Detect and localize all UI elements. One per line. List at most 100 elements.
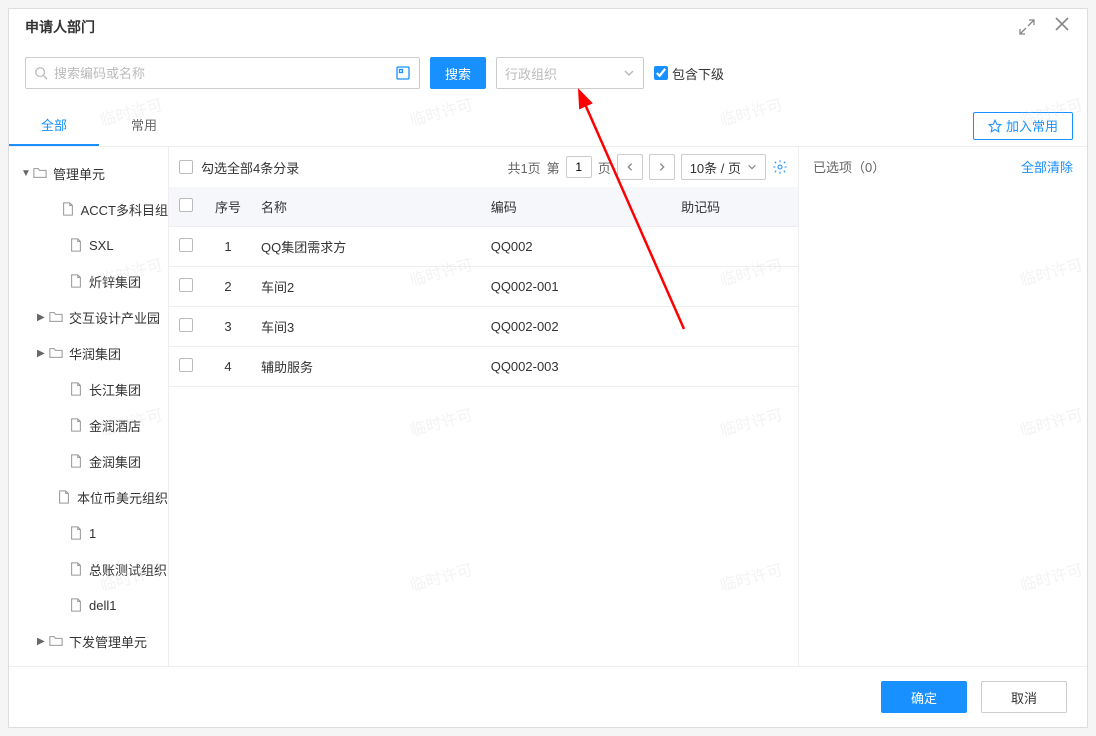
- tree-node-label: 总账测试组织: [89, 560, 167, 579]
- folder-icon: [49, 346, 63, 360]
- results-panel: 勾选全部4条分录 共1页 第 页 10条 / 页: [169, 147, 799, 666]
- prev-page-button[interactable]: [617, 154, 643, 180]
- tree-node[interactable]: SXL: [9, 227, 168, 263]
- clear-all-link[interactable]: 全部清除: [1021, 157, 1073, 176]
- caret-right-icon: ▶: [37, 348, 49, 359]
- cell-seq: 4: [203, 347, 253, 387]
- close-icon[interactable]: [1053, 15, 1071, 39]
- table-row[interactable]: 3车间3QQ002-002: [169, 307, 798, 347]
- cell-seq: 3: [203, 307, 253, 347]
- tree-node-label: 下发管理单元: [69, 632, 147, 651]
- col-seq: 序号: [203, 187, 253, 227]
- modal-header: 申请人部门: [9, 9, 1087, 45]
- cancel-button[interactable]: 取消: [981, 681, 1067, 713]
- table-row[interactable]: 4辅助服务QQ002-003: [169, 347, 798, 387]
- results-toolbar: 勾选全部4条分录 共1页 第 页 10条 / 页: [169, 147, 798, 187]
- picker-icon[interactable]: [395, 65, 411, 81]
- cell-code: QQ002-003: [483, 347, 673, 387]
- tree-node[interactable]: 炘锌集团: [9, 263, 168, 299]
- tree-node-label: ACCT多科目组: [81, 200, 168, 219]
- page-size-select[interactable]: 10条 / 页: [681, 154, 766, 180]
- org-tree[interactable]: ▼ 管理单元 ACCT多科目组SXL炘锌集团▶交互设计产业园▶华润集团长江集团金…: [9, 147, 169, 666]
- cell-code: QQ002-001: [483, 267, 673, 307]
- file-icon: [69, 454, 83, 468]
- col-name: 名称: [253, 187, 483, 227]
- tree-node[interactable]: ▶华润集团: [9, 335, 168, 371]
- include-children-input[interactable]: [654, 66, 668, 80]
- tree-node[interactable]: 1: [9, 515, 168, 551]
- cell-mnemonic: [673, 267, 798, 307]
- col-code: 编码: [483, 187, 673, 227]
- select-all-checkbox[interactable]: [179, 160, 193, 174]
- folder-icon: [49, 634, 63, 648]
- row-checkbox[interactable]: [179, 358, 193, 372]
- tree-node[interactable]: ▶交互设计产业园: [9, 299, 168, 335]
- tree-node[interactable]: ACCT多科目组: [9, 191, 168, 227]
- caret-right-icon: ▶: [37, 636, 49, 647]
- cell-name: 车间3: [253, 307, 483, 347]
- tree-node[interactable]: 金润集团: [9, 443, 168, 479]
- page-number-input[interactable]: [566, 156, 592, 178]
- tree-node-label: 本位币美元组织: [77, 488, 168, 507]
- modal-dialog: 临时许可 临时许可 临时许可 临时许可 临时许可 临时许可 临时许可 临时许可 …: [8, 8, 1088, 728]
- tree-node[interactable]: 金润酒店: [9, 407, 168, 443]
- caret-down-icon: ▼: [21, 168, 33, 179]
- modal-footer: 确定 取消: [9, 666, 1087, 727]
- tab-all[interactable]: 全部: [9, 105, 99, 146]
- org-type-select[interactable]: 行政组织: [496, 57, 644, 89]
- include-children-checkbox[interactable]: 包含下级: [654, 64, 724, 83]
- selected-panel: 已选项（0） 全部清除: [799, 147, 1087, 666]
- search-button[interactable]: 搜索: [430, 57, 486, 89]
- tree-node[interactable]: 长江集团: [9, 371, 168, 407]
- file-icon: [69, 562, 83, 576]
- tree-node[interactable]: 本位币美元组织: [9, 479, 168, 515]
- next-page-button[interactable]: [649, 154, 675, 180]
- ok-button[interactable]: 确定: [881, 681, 967, 713]
- row-checkbox[interactable]: [179, 318, 193, 332]
- tab-common[interactable]: 常用: [99, 105, 189, 146]
- tree-node-label: 管理单元: [53, 164, 105, 183]
- tree-node-label: dell1: [89, 598, 116, 613]
- expand-icon[interactable]: [1019, 19, 1035, 35]
- tree-node[interactable]: 总账测试组织: [9, 551, 168, 587]
- add-common-button[interactable]: 加入常用: [973, 112, 1073, 140]
- cell-name: QQ集团需求方: [253, 227, 483, 267]
- tabs: 全部 常用: [9, 105, 189, 146]
- select-all-label: 勾选全部4条分录: [201, 158, 299, 177]
- folder-icon: [49, 310, 63, 324]
- cell-mnemonic: [673, 347, 798, 387]
- search-input[interactable]: [54, 66, 395, 81]
- search-input-wrapper[interactable]: [25, 57, 420, 89]
- table-row[interactable]: 1QQ集团需求方QQ002: [169, 227, 798, 267]
- tree-node-label: 1: [89, 526, 96, 541]
- chevron-down-icon: [623, 67, 635, 79]
- cell-seq: 2: [203, 267, 253, 307]
- cell-mnemonic: [673, 227, 798, 267]
- gear-icon[interactable]: [772, 159, 788, 175]
- file-icon: [69, 418, 83, 432]
- header-checkbox[interactable]: [179, 198, 193, 212]
- tree-node-label: 炘锌集团: [89, 272, 141, 291]
- include-children-label: 包含下级: [672, 64, 724, 83]
- tree-root[interactable]: ▼ 管理单元: [9, 155, 168, 191]
- modal-title: 申请人部门: [25, 17, 95, 37]
- table-row[interactable]: 2车间2QQ002-001: [169, 267, 798, 307]
- file-icon: [69, 238, 83, 252]
- star-icon: [988, 119, 1002, 133]
- tree-node[interactable]: ▶ 下发管理单元: [9, 623, 168, 659]
- file-icon: [61, 202, 75, 216]
- modal-body: ▼ 管理单元 ACCT多科目组SXL炘锌集团▶交互设计产业园▶华润集团长江集团金…: [9, 147, 1087, 666]
- file-icon: [57, 490, 71, 504]
- table-header-row: 序号 名称 编码 助记码: [169, 187, 798, 227]
- cell-name: 辅助服务: [253, 347, 483, 387]
- results-table: 序号 名称 编码 助记码 1QQ集团需求方QQ0022车间2QQ002-0013…: [169, 187, 798, 387]
- add-common-label: 加入常用: [1006, 116, 1058, 135]
- search-icon: [34, 66, 48, 80]
- chevron-down-icon: [747, 162, 757, 172]
- tree-node[interactable]: dell1: [9, 587, 168, 623]
- row-checkbox[interactable]: [179, 238, 193, 252]
- folder-icon: [33, 166, 47, 180]
- org-type-value: 行政组织: [505, 64, 557, 83]
- caret-right-icon: ▶: [37, 312, 49, 323]
- row-checkbox[interactable]: [179, 278, 193, 292]
